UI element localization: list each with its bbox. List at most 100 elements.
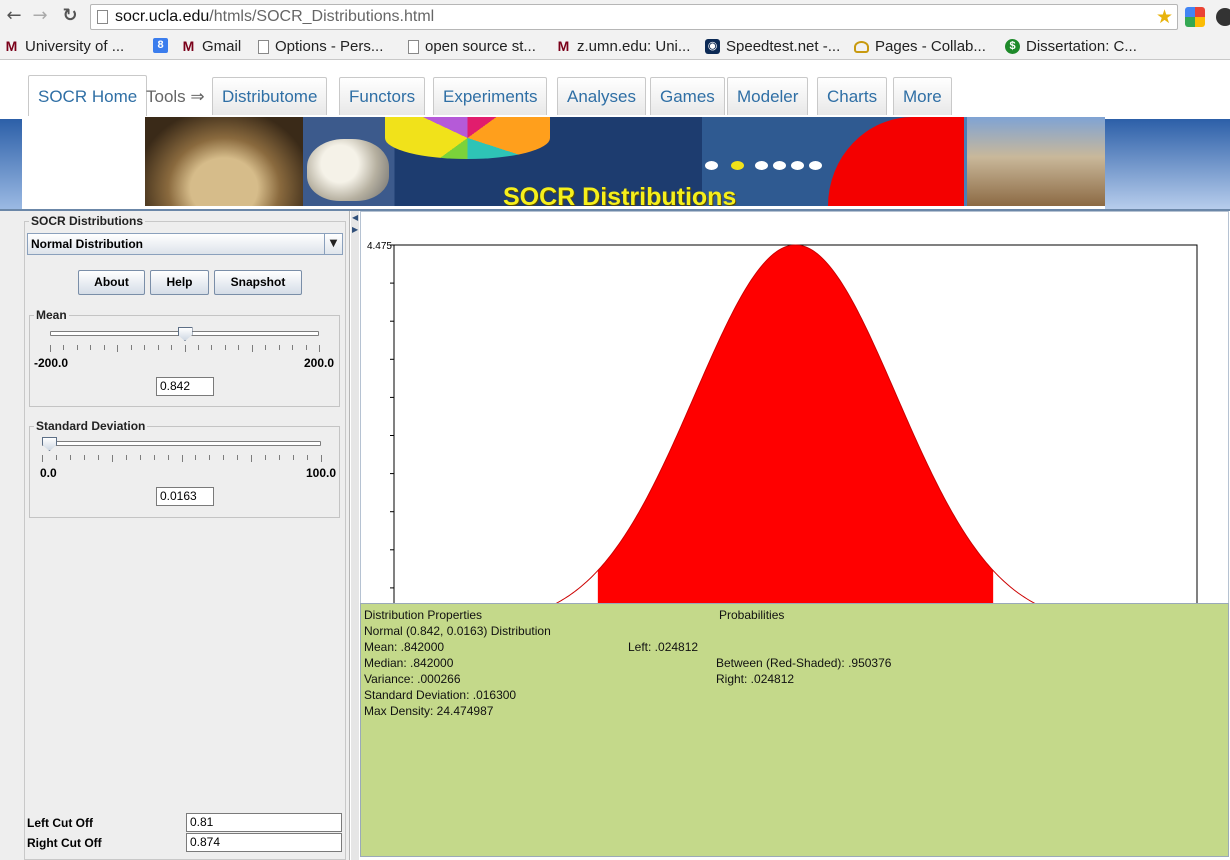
sd-value-field[interactable]: 0.0163 <box>156 487 214 506</box>
banner-red-curve <box>828 117 964 206</box>
slider-tick <box>197 345 199 350</box>
variance-property: Variance: .000266 <box>364 672 461 686</box>
umn-m-icon: M <box>5 38 18 54</box>
slider-tick <box>63 345 65 350</box>
tab-charts[interactable]: Charts <box>817 77 888 115</box>
bookmark-pages[interactable]: Pages - Collab... <box>854 38 986 55</box>
sd-max-label: 100.0 <box>306 466 337 480</box>
slider-tick <box>144 345 146 350</box>
left-probability: Left: .024812 <box>628 640 699 654</box>
tools-label: Tools ⇒ <box>146 87 205 106</box>
slider-tick <box>319 345 320 352</box>
slider-tick <box>238 345 240 350</box>
address-bar[interactable]: socr.ucla.edu/htmls/SOCR_Distributions.h… <box>90 4 1178 30</box>
bookmark-options[interactable]: Options - Pers... <box>258 38 383 55</box>
probabilities-heading: Probabilities <box>719 608 785 622</box>
socr-banner: SOCR Distributions <box>145 117 1105 206</box>
tab-functors[interactable]: Functors <box>339 77 426 115</box>
collapse-left-icon[interactable]: ◀ <box>352 213 358 222</box>
sd-property: Standard Deviation: .016300 <box>364 688 517 702</box>
slider-tick <box>117 345 119 352</box>
slider-tick <box>265 455 267 460</box>
expand-right-icon[interactable]: ▶ <box>352 225 358 234</box>
about-button[interactable]: About <box>78 270 145 295</box>
chevron-down-icon[interactable]: ▼ <box>324 234 342 254</box>
slider-tick <box>184 345 186 352</box>
slider-tick <box>97 455 99 460</box>
slider-tick <box>83 455 85 460</box>
bookmarks-bar: M University of ... 8 M Gmail Options - Pe… <box>0 34 1230 60</box>
mean-value-field[interactable]: 0.842 <box>156 377 214 396</box>
tab-socr-home[interactable]: SOCR Home <box>28 75 148 116</box>
forward-arrow-icon[interactable]: → <box>30 6 50 26</box>
bookmark-gmail[interactable]: M Gmail <box>181 38 242 55</box>
slider-tick <box>195 455 197 460</box>
bookmark-label: Options - Pers... <box>275 38 384 55</box>
slider-tick <box>42 455 43 462</box>
split-pane-divider[interactable]: ◀ ▶ <box>351 211 359 860</box>
banner-strip-right <box>1105 119 1230 209</box>
document-icon <box>408 39 419 54</box>
properties-heading: Distribution Properties <box>364 608 483 622</box>
left-cutoff-label: Left Cut Off <box>27 816 93 830</box>
slider-tick <box>224 345 226 350</box>
bookmark-label: Gmail <box>202 38 242 55</box>
slider-tick <box>130 345 132 350</box>
properties-panel: Distribution Properties Probabilities No… <box>360 603 1229 857</box>
umn-m-icon: M <box>557 38 570 54</box>
control-panel: SOCR Distributions Normal Distribution ▼… <box>0 211 350 860</box>
snapshot-button[interactable]: Snapshot <box>214 270 302 295</box>
tab-distributome[interactable]: Distributome <box>212 77 328 115</box>
bookmark-university[interactable]: M University of ... <box>4 38 125 55</box>
page-icon <box>97 10 108 24</box>
left-cutoff-field[interactable]: 0.81 <box>186 813 342 832</box>
slider-tick <box>167 455 169 460</box>
banner-pie-chart <box>385 117 550 159</box>
mean-slider-ticks <box>50 345 320 352</box>
socr-page: SOCR Home Tools ⇒ Distributome Functors … <box>0 61 1230 860</box>
median-property: Median: .842000 <box>364 656 454 670</box>
tab-analyses[interactable]: Analyses <box>557 77 646 115</box>
tab-more[interactable]: More <box>893 77 952 115</box>
right-cutoff-field[interactable]: 0.874 <box>186 833 342 852</box>
y-top-tick-label: 4.475 <box>367 241 392 252</box>
bookmark-open-source[interactable]: open source st... <box>408 38 536 55</box>
distribution-select[interactable]: Normal Distribution ▼ <box>27 233 343 255</box>
extension-circle-icon[interactable] <box>1216 8 1230 26</box>
reload-icon[interactable]: ↻ <box>60 6 80 26</box>
google-extension-icon[interactable] <box>1185 7 1205 27</box>
bookmark-z-umn[interactable]: Mz.umn.edu: Uni... <box>556 38 691 55</box>
url-text[interactable]: socr.ucla.edu/htmls/SOCR_Distributions.h… <box>115 8 434 26</box>
slider-tick <box>321 455 322 462</box>
bookmark-speedtest[interactable]: ◉ Speedtest.net -... <box>705 38 840 55</box>
banner-strip-left <box>0 119 22 209</box>
tab-experiments[interactable]: Experiments <box>433 77 548 115</box>
sd-slider-ticks <box>42 455 322 462</box>
slider-tick <box>278 345 280 350</box>
sd-slider-track[interactable] <box>42 441 321 446</box>
tab-modeler[interactable]: Modeler <box>727 77 809 115</box>
back-arrow-icon[interactable]: ← <box>4 6 24 26</box>
help-button[interactable]: Help <box>150 270 209 295</box>
slider-tick <box>103 345 105 350</box>
umn-m-icon: M <box>182 38 195 54</box>
tab-games[interactable]: Games <box>650 77 725 115</box>
slider-tick <box>50 345 51 352</box>
banner-tower-photo <box>967 117 1105 206</box>
slider-tick <box>211 345 213 350</box>
bookmark-star-icon[interactable]: ★ <box>1156 6 1173 28</box>
sd-min-label: 0.0 <box>40 466 57 480</box>
slider-tick <box>265 345 267 350</box>
slider-tick <box>90 345 92 350</box>
distribution-chart[interactable]: 4.47500.7770.810.870.907 <box>361 212 1228 662</box>
slider-tick <box>157 345 159 350</box>
slider-tick <box>307 455 309 460</box>
max-density-property: Max Density: 24.474987 <box>364 704 494 718</box>
distribution-select-value: Normal Distribution <box>31 237 144 251</box>
banner-arch-photo <box>145 117 303 206</box>
bookmark-label: Speedtest.net -... <box>726 38 841 55</box>
mean-label: Mean <box>34 308 69 322</box>
bookmark-google[interactable]: 8 <box>153 38 174 53</box>
bookmark-label: z.umn.edu: Uni... <box>577 38 691 55</box>
bookmark-dissertation[interactable]: $ Dissertation: C... <box>1005 38 1137 55</box>
